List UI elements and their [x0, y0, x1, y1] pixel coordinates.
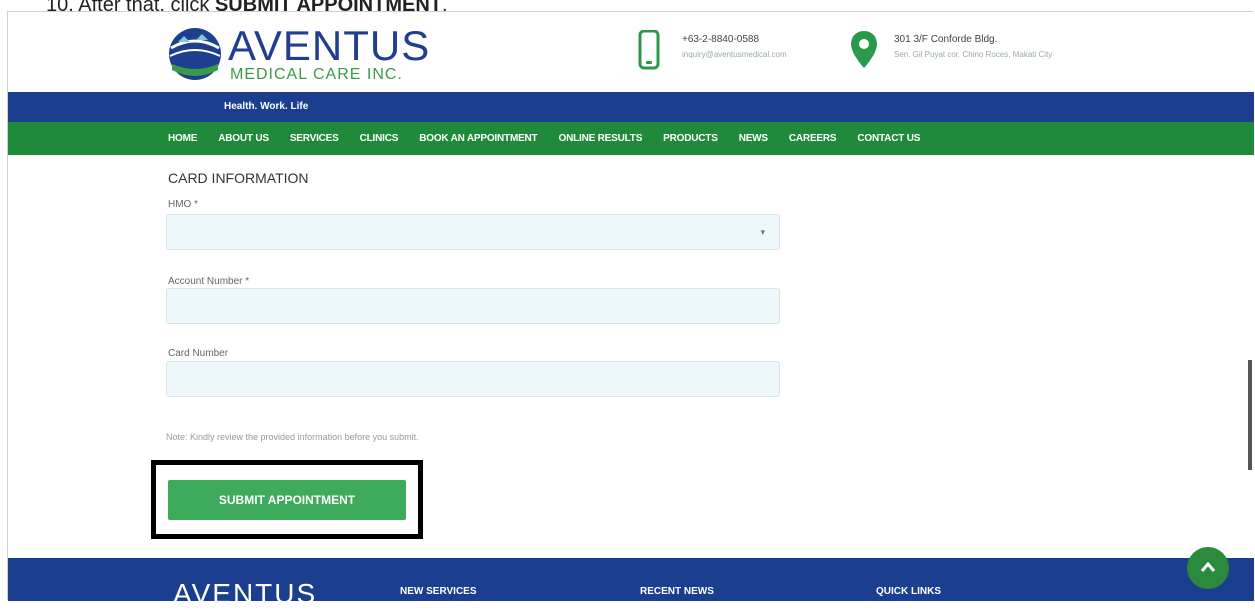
nav-book-appointment[interactable]: BOOK AN APPOINTMENT: [419, 133, 537, 144]
site-footer: AVENTUS NEW SERVICES RECENT NEWS QUICK L…: [8, 558, 1254, 609]
nav-online-results[interactable]: ONLINE RESULTS: [558, 133, 642, 144]
footer-new-services-heading: NEW SERVICES: [400, 586, 477, 597]
hmo-label: HMO *: [168, 199, 198, 210]
globe-logo-icon: [169, 28, 221, 80]
chevron-up-icon: [1200, 561, 1216, 572]
account-number-field[interactable]: [166, 288, 780, 324]
card-number-label: Card Number: [168, 348, 229, 359]
nav-contact-us[interactable]: CONTACT US: [857, 133, 920, 144]
brand-name: AVENTUS: [228, 22, 431, 69]
dropdown-caret-icon: ▾: [760, 227, 765, 237]
address-line-2: Sen. Gil Puyat cor. Chino Roces, Makati …: [894, 50, 1053, 59]
main-nav-bar: HOME ABOUT US SERVICES CLINICS BOOK AN A…: [8, 122, 1254, 155]
phone-number: +63-2-8840-0588: [682, 34, 760, 45]
brand-subtitle: MEDICAL CARE INC.: [230, 66, 403, 83]
review-note: Note: Kindly review the provided informa…: [166, 432, 419, 442]
scroll-to-top-button[interactable]: [1187, 547, 1229, 589]
page-scrollbar[interactable]: [1248, 360, 1252, 470]
hmo-select[interactable]: ▾: [166, 214, 780, 250]
nav-clinics[interactable]: CLINICS: [360, 133, 399, 144]
footer-recent-news-heading: RECENT NEWS: [640, 586, 714, 597]
browser-frame: AVENTUS MEDICAL CARE INC. +63-2-8840-058…: [7, 11, 1254, 609]
section-title: CARD INFORMATION: [168, 170, 309, 186]
card-number-field[interactable]: [166, 361, 780, 397]
tagline-bar: Health. Work. Life: [8, 92, 1254, 122]
nav-services[interactable]: SERVICES: [290, 133, 339, 144]
site-logo[interactable]: AVENTUS MEDICAL CARE INC.: [166, 22, 429, 84]
nav-products[interactable]: PRODUCTS: [663, 133, 718, 144]
email-address: inquiry@aventusmedical.com: [682, 50, 787, 59]
main-nav: HOME ABOUT US SERVICES CLINICS BOOK AN A…: [168, 122, 941, 155]
tagline: Health. Work. Life: [224, 101, 309, 112]
footer-quick-links-heading: QUICK LINKS: [876, 586, 941, 597]
address-line-1: 301 3/F Conforde Bldg.: [894, 34, 998, 45]
location-pin-icon: [851, 31, 877, 68]
nav-news[interactable]: NEWS: [739, 133, 768, 144]
nav-about-us[interactable]: ABOUT US: [218, 133, 269, 144]
account-number-label: Account Number *: [168, 276, 250, 287]
phone-icon: [638, 30, 660, 70]
submit-appointment-button[interactable]: SUBMIT APPOINTMENT: [168, 480, 406, 520]
footer-logo[interactable]: AVENTUS: [173, 578, 317, 610]
nav-careers[interactable]: CAREERS: [789, 133, 837, 144]
nav-home[interactable]: HOME: [168, 133, 197, 144]
